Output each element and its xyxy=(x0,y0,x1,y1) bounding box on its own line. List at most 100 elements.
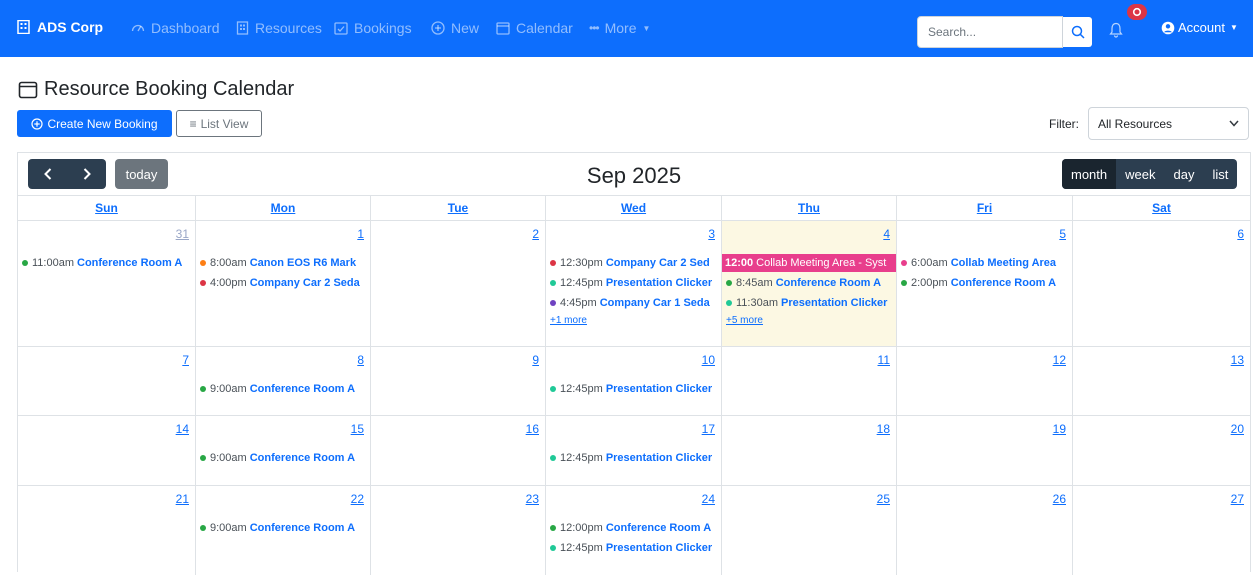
calendar-event[interactable]: 2:00pm Conference Room A xyxy=(901,274,1072,292)
day-number-link[interactable]: 2 xyxy=(532,227,539,241)
calendar-event[interactable]: 6:00am Collab Meeting Area xyxy=(901,254,1072,272)
calendar-event[interactable]: 12:00pm Conference Room A xyxy=(550,519,721,537)
day-number-link[interactable]: 14 xyxy=(176,422,189,436)
day-cell[interactable]: 23 xyxy=(371,486,546,575)
weekday-header-mon[interactable]: Mon xyxy=(196,196,371,220)
day-cell[interactable]: 2 xyxy=(371,221,546,346)
calendar-event[interactable]: 8:45am Conference Room A xyxy=(726,274,896,292)
search-button[interactable] xyxy=(1063,16,1093,48)
weekday-header-sun[interactable]: Sun xyxy=(18,196,196,220)
day-cell[interactable]: 12 xyxy=(897,347,1073,415)
day-cell[interactable]: 6 xyxy=(1073,221,1250,346)
account-dropdown[interactable]: Account ▼ xyxy=(1161,20,1238,35)
day-number-link[interactable]: 17 xyxy=(702,422,715,436)
view-day-button[interactable]: day xyxy=(1165,159,1204,189)
day-number-link[interactable]: 7 xyxy=(182,353,189,367)
day-number-link[interactable]: 26 xyxy=(1053,492,1066,506)
day-cell[interactable]: 5 6:00am Collab Meeting Area 2:00pm Conferen… xyxy=(897,221,1073,346)
day-number-link[interactable]: 21 xyxy=(176,492,189,506)
day-cell[interactable]: 9 xyxy=(371,347,546,415)
more-events-link[interactable]: +1 more xyxy=(550,314,721,330)
weekday-header-thu[interactable]: Thu xyxy=(722,196,897,220)
day-number-link[interactable]: 18 xyxy=(877,422,890,436)
calendar-event[interactable]: 12:00 Collab Meeting Area - Syst xyxy=(722,254,896,272)
day-cell[interactable]: 7 xyxy=(18,347,196,415)
calendar-event[interactable]: 8:00am Canon EOS R6 Mark xyxy=(200,254,370,272)
calendar-event[interactable]: 12:45pm Presentation Clicker xyxy=(550,380,721,398)
more-events-link[interactable]: +5 more xyxy=(726,314,896,330)
view-month-button[interactable]: month xyxy=(1062,159,1117,189)
nav-bookings[interactable]: Bookings xyxy=(334,20,412,36)
resource-filter-select[interactable]: All Resources xyxy=(1088,107,1249,140)
day-number-link[interactable]: 27 xyxy=(1231,492,1244,506)
search-input[interactable] xyxy=(917,16,1063,48)
weekday-header-tue[interactable]: Tue xyxy=(371,196,546,220)
day-cell[interactable]: 25 xyxy=(722,486,897,575)
day-number-link[interactable]: 13 xyxy=(1231,353,1244,367)
calendar-event[interactable]: 9:00am Conference Room A xyxy=(200,519,370,537)
day-cell[interactable]: 14 xyxy=(18,416,196,485)
brand-link[interactable]: ADS Corp xyxy=(17,19,103,35)
calendar-event[interactable]: 9:00am Conference Room A xyxy=(200,380,370,398)
day-cell[interactable]: 18 xyxy=(722,416,897,485)
day-number-link[interactable]: 24 xyxy=(702,492,715,506)
day-number-link[interactable]: 10 xyxy=(702,353,715,367)
day-cell[interactable]: 24 12:00pm Conference Room A 12:45pm Present… xyxy=(546,486,722,575)
view-week-button[interactable]: week xyxy=(1116,159,1164,189)
day-number-link[interactable]: 25 xyxy=(877,492,890,506)
day-cell[interactable]: 13 xyxy=(1073,347,1250,415)
calendar-event[interactable]: 11:30am Presentation Clicker xyxy=(726,294,896,312)
weekday-header-fri[interactable]: Fri xyxy=(897,196,1073,220)
calendar-event[interactable]: 4:45pm Company Car 1 Seda xyxy=(550,294,721,312)
create-booking-button[interactable]: Create New Booking xyxy=(17,110,172,137)
day-number-link[interactable]: 9 xyxy=(532,353,539,367)
day-number-link[interactable]: 15 xyxy=(351,422,364,436)
day-cell[interactable]: 11 xyxy=(722,347,897,415)
day-number-link[interactable]: 31 xyxy=(176,227,189,241)
day-number-link[interactable]: 23 xyxy=(526,492,539,506)
day-number-link[interactable]: 3 xyxy=(708,227,715,241)
weekday-header-sat[interactable]: Sat xyxy=(1073,196,1250,220)
calendar-event[interactable]: 12:45pm Presentation Clicker xyxy=(550,449,721,467)
calendar-event[interactable]: 12:45pm Presentation Clicker xyxy=(550,539,721,557)
day-number-link[interactable]: 22 xyxy=(351,492,364,506)
day-cell[interactable]: 19 xyxy=(897,416,1073,485)
calendar-event[interactable]: 12:30pm Company Car 2 Sed xyxy=(550,254,721,272)
day-cell[interactable]: 8 9:00am Conference Room A xyxy=(196,347,371,415)
day-cell[interactable]: 15 9:00am Conference Room A xyxy=(196,416,371,485)
day-number-link[interactable]: 19 xyxy=(1053,422,1066,436)
day-number-link[interactable]: 8 xyxy=(357,353,364,367)
nav-new[interactable]: New xyxy=(431,20,479,36)
day-cell[interactable]: 1 8:00am Canon EOS R6 Mark 4:00pm Company Ca… xyxy=(196,221,371,346)
nav-dashboard[interactable]: Dashboard xyxy=(131,20,220,36)
day-number-link[interactable]: 6 xyxy=(1237,227,1244,241)
calendar-event[interactable]: 9:00am Conference Room A xyxy=(200,449,370,467)
day-cell[interactable]: 31 11:00am Conference Room A xyxy=(18,221,196,346)
day-number-link[interactable]: 11 xyxy=(878,353,890,367)
day-number-link[interactable]: 1 xyxy=(357,227,364,241)
view-list-button[interactable]: list xyxy=(1203,159,1237,189)
day-cell[interactable]: 26 xyxy=(897,486,1073,575)
nav-calendar[interactable]: Calendar xyxy=(496,20,573,36)
day-cell[interactable]: 22 9:00am Conference Room A xyxy=(196,486,371,575)
day-cell[interactable]: 17 12:45pm Presentation Clicker xyxy=(546,416,722,485)
day-number-link[interactable]: 16 xyxy=(526,422,539,436)
day-cell[interactable]: 27 xyxy=(1073,486,1250,575)
day-number-link[interactable]: 12 xyxy=(1053,353,1066,367)
calendar-event[interactable]: 12:45pm Presentation Clicker xyxy=(550,274,721,292)
weekday-header-wed[interactable]: Wed xyxy=(546,196,722,220)
day-number-link[interactable]: 4 xyxy=(883,227,890,241)
calendar-event[interactable]: 11:00am Conference Room A xyxy=(22,254,195,272)
notifications-button[interactable] xyxy=(1109,22,1123,41)
day-number-link[interactable]: 20 xyxy=(1231,422,1244,436)
day-number-link[interactable]: 5 xyxy=(1059,227,1066,241)
day-cell[interactable]: 10 12:45pm Presentation Clicker xyxy=(546,347,722,415)
nav-more-dropdown[interactable]: ••• More ▼ xyxy=(589,20,650,36)
list-view-button[interactable]: ≡ List View xyxy=(176,110,262,137)
calendar-event[interactable]: 4:00pm Company Car 2 Seda xyxy=(200,274,370,292)
day-cell-today[interactable]: 4 12:00 Collab Meeting Area - Syst 8:45am Co… xyxy=(722,221,897,346)
day-cell[interactable]: 3 12:30pm Company Car 2 Sed 12:45pm Presenta… xyxy=(546,221,722,346)
day-cell[interactable]: 16 xyxy=(371,416,546,485)
day-cell[interactable]: 21 xyxy=(18,486,196,575)
nav-resources[interactable]: Resources xyxy=(236,20,322,36)
